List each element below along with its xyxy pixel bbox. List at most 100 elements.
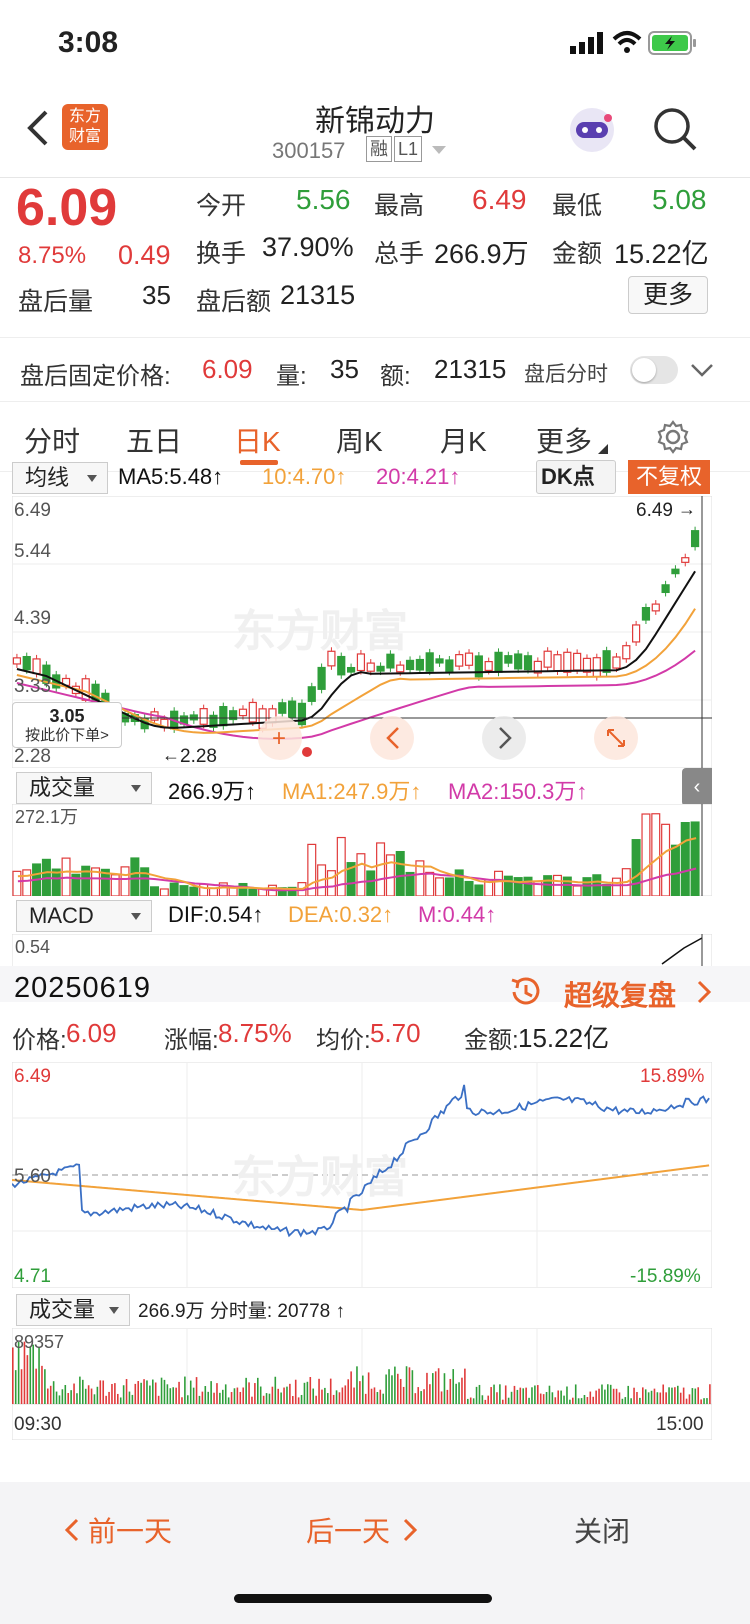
stock-code: 300157 bbox=[272, 138, 346, 163]
kline-next-button[interactable] bbox=[482, 716, 526, 760]
intraday-pct-bottom: -15.89% bbox=[630, 1266, 701, 1287]
after-hours-bar: 盘后固定价格: 6.09 量: 35 额: 21315 盘后分时 bbox=[0, 338, 750, 402]
collapse-side-button[interactable]: ‹ bbox=[682, 768, 712, 806]
macd-m: M:0.44↑ bbox=[418, 902, 497, 927]
day-price-value: 6.09 bbox=[66, 1018, 117, 1048]
signal-icon bbox=[570, 32, 603, 54]
ma5-value: MA5:5.48↑ bbox=[118, 464, 224, 489]
macd-chart: 0.54 bbox=[12, 934, 712, 970]
time-start: 09:30 bbox=[14, 1414, 62, 1435]
post-vol-label: 盘后量 bbox=[18, 288, 94, 316]
nav-bar: 东方 财富 新锦动力 300157 融 L1 bbox=[0, 90, 750, 178]
tab-daily-k[interactable]: 日K bbox=[234, 420, 281, 460]
tab-monthly-k[interactable]: 月K bbox=[440, 420, 487, 460]
turnover-value: 37.90% bbox=[262, 232, 354, 262]
kline-high-mark: 6.49 bbox=[636, 500, 673, 521]
chevron-left-icon bbox=[64, 1518, 79, 1542]
settings-gear-icon[interactable] bbox=[656, 420, 690, 454]
level-badge: L1 bbox=[394, 136, 423, 162]
replay-clock-icon[interactable] bbox=[508, 974, 544, 1010]
ma20-value: 20:4.21↑ bbox=[376, 464, 461, 489]
current-price: 6.09 bbox=[16, 179, 118, 237]
tab-weekly-k[interactable]: 周K bbox=[336, 420, 383, 460]
status-time: 3:08 bbox=[58, 26, 119, 59]
intraday-volume-chart: 89357 09:30 15:00 bbox=[12, 1328, 712, 1440]
plus-icon: + bbox=[272, 725, 286, 752]
stock-name: 新锦动力 bbox=[315, 105, 435, 138]
cursor-price: 3.05 bbox=[49, 706, 85, 726]
chevron-down-icon[interactable] bbox=[690, 362, 714, 378]
home-indicator bbox=[234, 1594, 492, 1603]
more-corner-icon bbox=[598, 444, 608, 454]
intraday-watermark: 东方财富 bbox=[232, 1153, 408, 1202]
ma-indicator-select[interactable]: 均线 bbox=[12, 462, 108, 494]
volume-current: 266.9万↑ bbox=[168, 779, 257, 804]
tab-more[interactable]: 更多 bbox=[536, 420, 592, 460]
after-amt-label: 额: bbox=[380, 363, 411, 390]
day-pct-label: 涨幅: bbox=[164, 1027, 219, 1054]
kline-axis-bottom: 2.28 bbox=[14, 746, 51, 767]
amount-label: 金额 bbox=[552, 240, 603, 268]
more-button[interactable]: 更多 bbox=[628, 276, 708, 314]
turnover-label: 换手 bbox=[196, 240, 247, 268]
prev-day-button[interactable]: 前一天 bbox=[88, 1510, 172, 1550]
intraday-volume-select[interactable]: 成交量 bbox=[16, 1294, 130, 1326]
intraday-chart[interactable]: 东方财富 6.49 5.60 4.71 15.89% -15.89% bbox=[12, 1062, 712, 1288]
order-at-price-button[interactable]: 3.05 按此价下单> bbox=[12, 702, 122, 748]
macd-dea: DEA:0.32↑ bbox=[288, 902, 394, 927]
no-adjust-button[interactable]: 不复权 bbox=[628, 460, 710, 494]
kline-prev-button[interactable] bbox=[370, 716, 414, 760]
post-amt-label: 盘后额 bbox=[196, 288, 272, 316]
quote-panel: 6.09 8.75% 0.49 盘后量 35 今开 5.56 最高 6.49 最… bbox=[0, 178, 750, 338]
dk-point-button[interactable]: DK点 bbox=[536, 460, 616, 494]
kline-signal-dot bbox=[302, 747, 312, 757]
high-label: 最高 bbox=[374, 192, 425, 220]
kline-high-arrow: → bbox=[678, 499, 696, 519]
super-replay-link[interactable]: 超级复盘 bbox=[564, 974, 676, 1014]
macd-indicator-select[interactable]: MACD bbox=[16, 900, 152, 932]
chevron-right-icon bbox=[403, 1518, 418, 1542]
day-amt-value: 15.22亿 bbox=[518, 1023, 610, 1053]
day-date: 20250619 bbox=[14, 972, 152, 1004]
close-button[interactable]: 关闭 bbox=[574, 1510, 630, 1550]
tab-intraday[interactable]: 分时 bbox=[24, 420, 80, 460]
after-intraday-toggle[interactable] bbox=[630, 356, 678, 384]
after-intraday-label: 盘后分时 bbox=[524, 363, 608, 386]
day-amt-label: 金额: bbox=[464, 1027, 519, 1054]
post-vol-value: 35 bbox=[142, 280, 171, 310]
volume-label: 总手 bbox=[374, 240, 425, 268]
robot-assistant-icon[interactable] bbox=[566, 104, 618, 156]
search-icon[interactable] bbox=[652, 106, 698, 152]
tab-five-day[interactable]: 五日 bbox=[126, 420, 182, 460]
after-price-label: 盘后固定价格: bbox=[20, 363, 171, 390]
low-label: 最低 bbox=[552, 192, 603, 220]
post-amt-value: 21315 bbox=[280, 280, 356, 310]
intraday-axis-bottom: 4.71 bbox=[14, 1266, 51, 1287]
dropdown-icon[interactable] bbox=[432, 146, 446, 156]
kline-axis-top: 6.49 bbox=[14, 500, 51, 521]
volume-indicator-select[interactable]: 成交量 bbox=[16, 772, 152, 804]
after-price-value: 6.09 bbox=[202, 354, 253, 384]
after-vol-label: 量: bbox=[276, 363, 307, 390]
day-pct-value: 8.75% bbox=[218, 1018, 292, 1048]
volume-chart: 272.1万 bbox=[12, 804, 712, 896]
volume-axis-top: 272.1万 bbox=[15, 807, 78, 827]
cursor-order-text: 按此价下单> bbox=[25, 727, 109, 744]
volume-value: 266.9万 bbox=[434, 239, 529, 269]
chevron-right-icon[interactable] bbox=[696, 980, 712, 1004]
amount-value: 15.22亿 bbox=[614, 239, 709, 269]
open-value: 5.56 bbox=[296, 184, 351, 215]
next-day-button[interactable]: 后一天 bbox=[306, 1510, 390, 1550]
day-avg-label: 均价: bbox=[316, 1027, 371, 1054]
status-bar: 3:08 bbox=[0, 0, 750, 90]
high-value: 6.49 bbox=[472, 184, 527, 215]
kline-low-mark: 2.28 bbox=[180, 746, 217, 767]
after-vol-value: 35 bbox=[330, 354, 359, 384]
time-end: 15:00 bbox=[656, 1414, 704, 1435]
open-label: 今开 bbox=[196, 192, 247, 220]
volume-ma2: MA2:150.3万↑ bbox=[448, 779, 588, 804]
battery-icon bbox=[648, 31, 696, 55]
margin-badge: 融 bbox=[366, 136, 392, 162]
intraday-volume-axis: 89357 bbox=[14, 1332, 64, 1352]
intraday-volume-text: 266.9万 分时量: 20778 ↑ bbox=[138, 1301, 345, 1322]
